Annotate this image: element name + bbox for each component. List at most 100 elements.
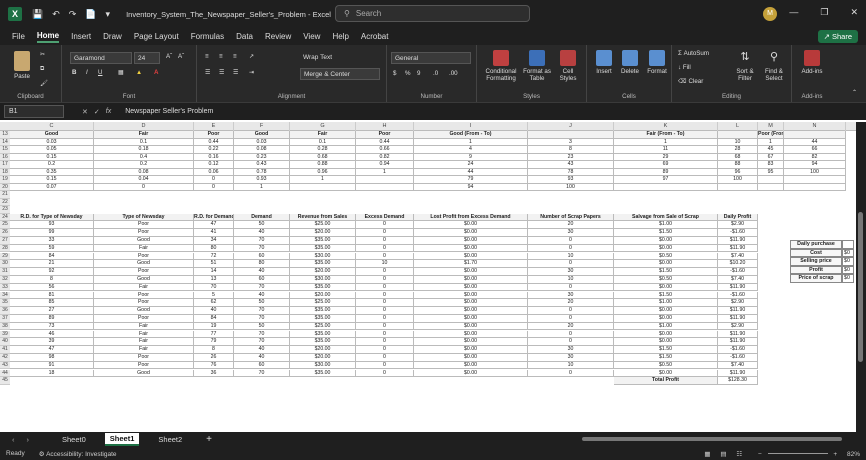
col-header-j[interactable]: J	[528, 122, 614, 131]
sim-cell[interactable]: 10	[528, 252, 614, 261]
sim-cell[interactable]: 8	[10, 275, 94, 284]
row-header[interactable]: 36	[0, 307, 10, 315]
normal-view-icon[interactable]: ▦	[704, 451, 710, 458]
zoom-in-icon[interactable]: +	[833, 451, 837, 458]
sim-cell[interactable]: $11.90	[718, 236, 758, 245]
row-header[interactable]: 29	[0, 252, 10, 261]
sim-cell[interactable]: $0.00	[614, 260, 718, 269]
format-painter-icon[interactable]: 🖌	[40, 79, 48, 87]
sim-header-cell[interactable]: Number of Scrap Papers	[528, 213, 614, 222]
sim-cell[interactable]: 60	[234, 361, 290, 370]
prob-cell[interactable]: 0.1	[290, 138, 356, 146]
sim-cell[interactable]: 70	[234, 244, 290, 253]
prob-cell[interactable]	[356, 176, 414, 184]
sim-header-cell[interactable]: Lost Profit from Excess Demand	[414, 213, 528, 222]
zoom-level[interactable]: 82%	[847, 451, 860, 458]
prob-cell[interactable]: 0.05	[10, 146, 94, 154]
sim-cell[interactable]: $7.40	[718, 275, 758, 284]
sim-cell[interactable]: $0.00	[614, 338, 718, 347]
sim-cell[interactable]: $0.00	[414, 252, 528, 261]
addins-button[interactable]: Add-ins	[796, 50, 828, 75]
prob-header-cell[interactable]	[528, 131, 614, 139]
sim-cell[interactable]: -$1.60	[718, 268, 758, 276]
sim-cell[interactable]: 18	[10, 369, 94, 378]
sim-cell[interactable]: 89	[10, 314, 94, 323]
row-header[interactable]: 26	[0, 229, 10, 237]
vertical-scrollbar[interactable]	[856, 122, 866, 432]
sim-cell[interactable]: 40	[234, 229, 290, 237]
sim-cell[interactable]: 20	[528, 299, 614, 308]
prob-cell[interactable]: 0.04	[94, 176, 194, 184]
sim-cell[interactable]: $0.00	[414, 338, 528, 347]
currency-icon[interactable]: $	[393, 70, 396, 77]
sim-cell[interactable]: 70	[234, 283, 290, 292]
font-size-select[interactable]: 24	[134, 52, 160, 64]
prob-cell[interactable]: 1	[614, 138, 718, 146]
sim-cell[interactable]: Fair	[94, 322, 194, 331]
prob-cell[interactable]: 95	[758, 168, 784, 176]
sim-cell[interactable]: 13	[194, 275, 234, 284]
sim-cell[interactable]: 0	[528, 307, 614, 315]
italic-button[interactable]: I	[86, 69, 88, 76]
zoom-slider[interactable]	[767, 453, 828, 455]
sim-cell[interactable]: 8	[194, 346, 234, 354]
col-header-d[interactable]: D	[94, 122, 194, 131]
col-header-c[interactable]: C	[10, 122, 94, 131]
sim-cell[interactable]: $2.90	[718, 221, 758, 230]
total-profit-value[interactable]: $128.30	[718, 377, 758, 386]
sim-cell[interactable]: $25.00	[290, 299, 356, 308]
sim-cell[interactable]: $0.00	[414, 369, 528, 378]
sim-cell[interactable]: $0.50	[614, 361, 718, 370]
sim-cell[interactable]: 21	[10, 260, 94, 269]
sim-header-cell[interactable]: Type of Newsday	[94, 213, 194, 222]
prob-cell[interactable]: 1	[758, 138, 784, 146]
sim-cell[interactable]: $1.00	[614, 322, 718, 331]
borders-icon[interactable]: ▦	[118, 69, 124, 76]
row-header[interactable]: 13	[0, 131, 10, 139]
row-header[interactable]: 35	[0, 299, 10, 308]
cancel-icon[interactable]: ✕	[82, 108, 88, 116]
sim-cell[interactable]: 0	[356, 361, 414, 370]
sim-cell[interactable]: 5	[194, 291, 234, 300]
sim-cell[interactable]: 99	[10, 229, 94, 237]
prob-cell[interactable]: 89	[614, 168, 718, 176]
horizontal-scroll-thumb[interactable]	[582, 437, 842, 441]
sim-cell[interactable]: Poor	[94, 353, 194, 362]
prob-cell[interactable]	[758, 176, 784, 184]
sim-cell[interactable]: 0	[356, 369, 414, 378]
sim-cell[interactable]: $11.90	[718, 244, 758, 253]
prob-cell[interactable]: 0.44	[194, 138, 234, 146]
sim-cell[interactable]: 41	[194, 229, 234, 237]
sim-cell[interactable]: 80	[234, 260, 290, 269]
sim-cell[interactable]: $0.00	[414, 244, 528, 253]
prob-cell[interactable]	[758, 183, 784, 191]
page-layout-view-icon[interactable]: ▤	[720, 451, 726, 458]
copy-icon[interactable]: ⧉	[40, 65, 44, 73]
sim-cell[interactable]: $1.70	[414, 260, 528, 269]
sim-cell[interactable]: $0.00	[414, 236, 528, 245]
sim-cell[interactable]: $0.00	[614, 244, 718, 253]
menu-review[interactable]: Review	[265, 32, 291, 41]
sim-cell[interactable]: 20	[528, 221, 614, 230]
redo-icon[interactable]: ↷	[69, 9, 77, 20]
row-header[interactable]: 42	[0, 353, 10, 362]
sort-filter-button[interactable]: ⇅ Sort & Filter	[732, 50, 758, 82]
undo-icon[interactable]: ↶	[52, 9, 60, 20]
sim-cell[interactable]: $25.00	[290, 322, 356, 331]
sim-cell[interactable]: 0	[528, 283, 614, 292]
sim-cell[interactable]: 80	[194, 244, 234, 253]
minimize-icon[interactable]: —	[789, 7, 798, 18]
menu-page-layout[interactable]: Page Layout	[134, 32, 179, 41]
sim-cell[interactable]: $0.00	[614, 369, 718, 378]
sim-cell[interactable]: $1.50	[614, 268, 718, 276]
sim-cell[interactable]: 0	[356, 291, 414, 300]
sim-cell[interactable]: $35.00	[290, 307, 356, 315]
percent-icon[interactable]: %	[405, 70, 411, 77]
sim-cell[interactable]: 0	[528, 330, 614, 339]
row-header[interactable]: 14	[0, 138, 10, 146]
row-header[interactable]: 21	[0, 191, 10, 199]
prob-cell[interactable]: 0.43	[234, 161, 290, 169]
prob-header-cell[interactable]: Fair (From - To)	[614, 131, 718, 139]
prob-cell[interactable]: 0.23	[234, 153, 290, 161]
autosum-button[interactable]: Σ AutoSum	[678, 50, 709, 57]
